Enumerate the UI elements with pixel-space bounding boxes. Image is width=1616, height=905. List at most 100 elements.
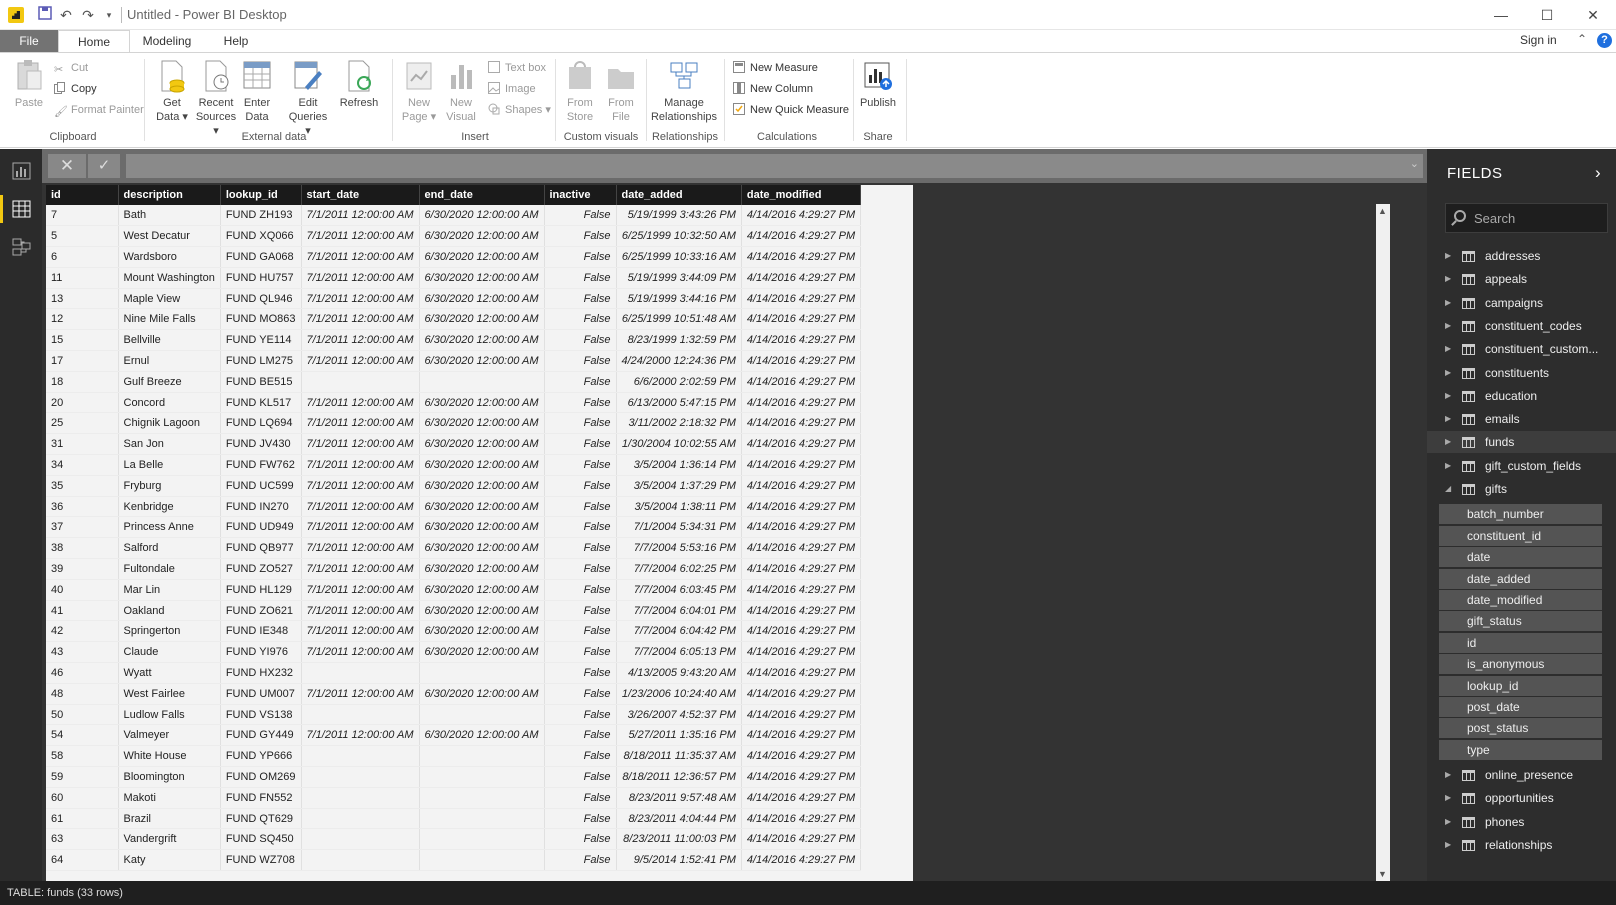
table-cell[interactable]: Springerton [118, 620, 221, 643]
table-cell[interactable]: 48 [46, 683, 119, 705]
undo-icon[interactable]: ↶ [57, 6, 75, 24]
table-cell[interactable] [419, 808, 545, 830]
table-cell[interactable]: FUND IN270 [220, 496, 302, 518]
collapsed-caret-icon[interactable]: ▶ [1445, 385, 1451, 407]
table-cell[interactable] [419, 704, 545, 726]
table-cell[interactable]: False [544, 620, 617, 643]
minimize-button[interactable]: — [1478, 0, 1524, 30]
table-cell[interactable]: Mount Washington [118, 267, 221, 289]
image-button[interactable]: Image [488, 80, 536, 98]
table-row[interactable]: 50 Ludlow Falls FUND VS138 False 3/26/2007 4… [46, 704, 862, 726]
table-cell[interactable]: 6/25/1999 10:32:50 AM [616, 225, 742, 248]
table-cell[interactable]: False [544, 475, 617, 497]
column-header-description[interactable]: description [118, 185, 221, 205]
table-cell[interactable]: 7/1/2011 12:00:00 AM [301, 329, 420, 352]
table-cell[interactable]: Katy [118, 849, 221, 871]
table-cell[interactable] [301, 371, 420, 393]
field-table-funds[interactable]: ▶ funds [1427, 431, 1616, 454]
table-cell[interactable]: False [544, 350, 617, 372]
table-cell[interactable]: 4/14/2016 4:29:27 PM [741, 808, 862, 830]
field-item[interactable]: id [1439, 632, 1602, 653]
table-cell[interactable]: 6/30/2020 12:00:00 AM [419, 516, 545, 539]
formula-input[interactable] [126, 154, 1423, 178]
table-cell[interactable]: White House [118, 745, 221, 768]
table-cell[interactable] [301, 662, 420, 684]
field-item[interactable]: constituent_id [1439, 525, 1602, 546]
tab-help[interactable]: Help [214, 30, 258, 52]
table-cell[interactable]: Concord [118, 392, 221, 414]
field-item[interactable]: post_date [1439, 696, 1602, 717]
table-cell[interactable]: False [544, 808, 617, 830]
table-cell[interactable]: 7/1/2011 12:00:00 AM [301, 558, 420, 580]
collapse-ribbon-icon[interactable]: ⌃ [1577, 32, 1587, 46]
table-cell[interactable]: False [544, 205, 617, 227]
table-row[interactable]: 40 Mar Lin FUND HL129 7/1/2011 12:00:00 AM 6… [46, 579, 862, 601]
table-cell[interactable]: 7/1/2011 12:00:00 AM [301, 724, 420, 747]
column-header-inactive[interactable]: inactive [544, 185, 617, 205]
report-view-button[interactable] [0, 153, 42, 189]
table-cell[interactable]: 7/7/2004 6:02:25 PM [616, 558, 742, 580]
table-cell[interactable]: FUND UD949 [220, 516, 302, 539]
table-cell[interactable]: 7/1/2011 12:00:00 AM [301, 433, 420, 456]
table-cell[interactable]: 6/30/2020 12:00:00 AM [419, 225, 545, 248]
collapsed-caret-icon[interactable]: ▶ [1445, 787, 1451, 809]
table-cell[interactable]: 4/14/2016 4:29:27 PM [741, 662, 862, 684]
collapsed-caret-icon[interactable]: ▶ [1445, 811, 1451, 833]
table-cell[interactable]: 4/14/2016 4:29:27 PM [741, 579, 862, 601]
table-cell[interactable]: 6/30/2020 12:00:00 AM [419, 600, 545, 622]
table-row[interactable]: 12 Nine Mile Falls FUND MO863 7/1/2011 12:0… [46, 308, 862, 331]
field-table-constituent-codes[interactable]: ▶ constituent_codes [1427, 315, 1616, 337]
table-cell[interactable]: Fryburg [118, 475, 221, 497]
field-item[interactable]: date [1439, 547, 1602, 568]
column-header-lookup-id[interactable]: lookup_id [220, 185, 302, 205]
table-cell[interactable]: 7/1/2011 12:00:00 AM [301, 225, 420, 248]
table-cell[interactable]: 40 [46, 579, 119, 601]
maximize-button[interactable]: ☐ [1524, 0, 1570, 30]
table-cell[interactable]: 4/14/2016 4:29:27 PM [741, 308, 862, 331]
table-cell[interactable]: FUND LM275 [220, 350, 302, 372]
table-cell[interactable]: FUND SQ450 [220, 828, 302, 851]
table-cell[interactable]: 4/14/2016 4:29:27 PM [741, 454, 862, 476]
table-row[interactable]: 36 Kenbridge FUND IN270 7/1/2011 12:00:00 A… [46, 496, 862, 518]
table-cell[interactable]: 4/14/2016 4:29:27 PM [741, 641, 862, 664]
table-cell[interactable]: San Jon [118, 433, 221, 456]
table-cell[interactable]: 7/7/2004 6:05:13 PM [616, 641, 742, 664]
table-row[interactable]: 5 West Decatur FUND XQ066 7/1/2011 12:00:00… [46, 225, 862, 248]
table-cell[interactable]: 6/25/1999 10:51:48 AM [616, 308, 742, 331]
table-cell[interactable]: La Belle [118, 454, 221, 476]
table-cell[interactable]: 6/6/2000 2:02:59 PM [616, 371, 742, 393]
table-cell[interactable]: 35 [46, 475, 119, 497]
table-cell[interactable]: FUND MO863 [220, 308, 302, 331]
table-cell[interactable]: False [544, 308, 617, 331]
table-cell[interactable]: 4/14/2016 4:29:27 PM [741, 704, 862, 726]
table-cell[interactable]: 7/1/2011 12:00:00 AM [301, 579, 420, 601]
table-cell[interactable]: 8/23/2011 11:00:03 PM [616, 828, 742, 851]
publish-button[interactable]: Publish [858, 59, 898, 110]
table-cell[interactable]: 39 [46, 558, 119, 580]
table-cell[interactable]: 15 [46, 329, 119, 352]
table-cell[interactable]: Mar Lin [118, 579, 221, 601]
table-row[interactable]: 17 Ernul FUND LM275 7/1/2011 12:00:00 AM 6/3… [46, 350, 862, 372]
paste-button[interactable]: Paste [12, 59, 46, 110]
table-cell[interactable]: 4/14/2016 4:29:27 PM [741, 766, 862, 788]
table-cell[interactable]: False [544, 267, 617, 289]
table-row[interactable]: 61 Brazil FUND QT629 False 8/23/2011 4:04:44… [46, 808, 862, 830]
table-cell[interactable]: FUND BE515 [220, 371, 302, 393]
table-cell[interactable]: 54 [46, 724, 119, 747]
table-cell[interactable]: 7/1/2011 12:00:00 AM [301, 600, 420, 622]
table-cell[interactable]: False [544, 849, 617, 871]
table-cell[interactable]: 3/5/2004 1:37:29 PM [616, 475, 742, 497]
copy-button[interactable]: Copy [54, 80, 97, 98]
field-item[interactable]: post_status [1439, 718, 1602, 739]
table-row[interactable]: 54 Valmeyer FUND GY449 7/1/2011 12:00:00 AM… [46, 724, 862, 747]
table-cell[interactable]: 7/1/2011 12:00:00 AM [301, 308, 420, 331]
table-cell[interactable]: 4/14/2016 4:29:27 PM [741, 433, 862, 456]
table-cell[interactable]: FUND HU757 [220, 267, 302, 289]
customize-icon[interactable]: ▾ [100, 6, 118, 24]
table-cell[interactable]: False [544, 246, 617, 268]
field-item[interactable]: type [1439, 739, 1602, 760]
table-row[interactable]: 34 La Belle FUND FW762 7/1/2011 12:00:00 AM… [46, 454, 862, 476]
table-cell[interactable]: 58 [46, 745, 119, 768]
tab-modeling[interactable]: Modeling [135, 30, 199, 52]
table-cell[interactable]: FUND ZO621 [220, 600, 302, 622]
